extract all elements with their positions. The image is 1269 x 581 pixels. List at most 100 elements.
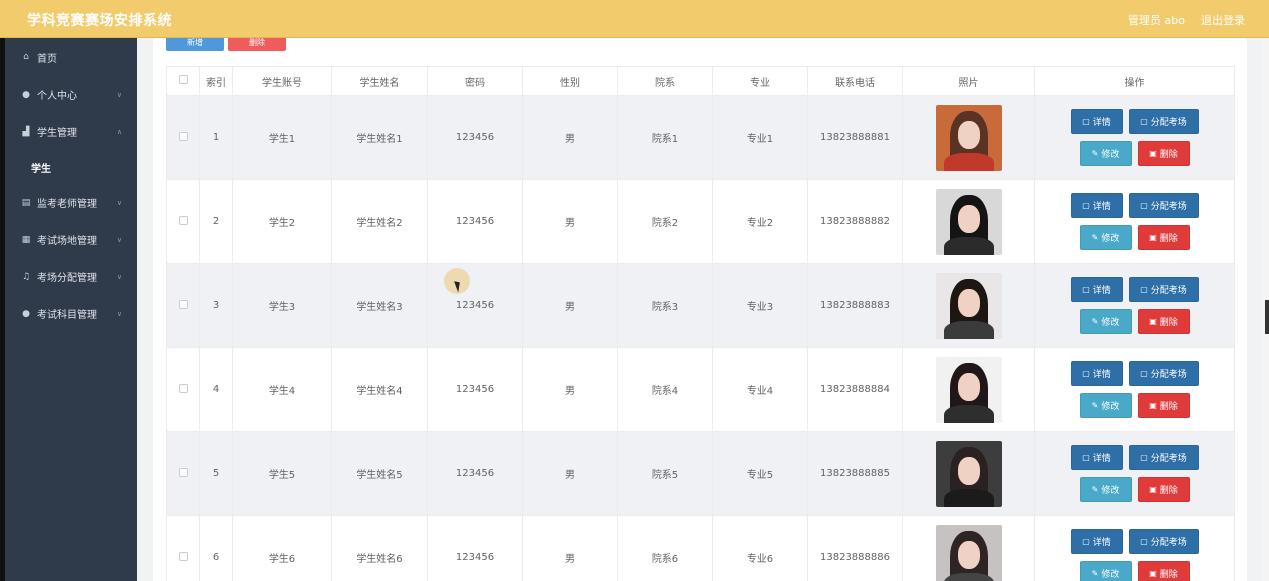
- assign-room-button[interactable]: ▢ 分配考场: [1128, 277, 1199, 302]
- delete-button[interactable]: ▣ 删除: [1137, 393, 1190, 418]
- document-icon: ▢: [1140, 537, 1148, 546]
- photo-cell: [902, 515, 1035, 581]
- row-select-cell: [166, 515, 200, 581]
- pencil-icon: ✎: [1091, 569, 1099, 578]
- add-button[interactable]: 新增: [166, 38, 224, 51]
- delete-button-label: 删除: [1159, 318, 1178, 328]
- dept-cell: 院系4: [617, 347, 713, 432]
- delete-button[interactable]: ▣ 删除: [1137, 225, 1190, 250]
- pencil-icon: ✎: [1091, 317, 1099, 326]
- sidebar-item-personal-center[interactable]: ● 个人中心 ∨: [5, 76, 137, 113]
- keyboard-icon: ▤: [21, 197, 31, 208]
- detail-button[interactable]: ▢ 详情: [1070, 445, 1123, 470]
- delete-button[interactable]: ▣ 删除: [1137, 561, 1190, 581]
- table-row: 2 学生2 学生姓名2 123456 男院系2 专业2 13823888882 ▢ 详情 ▢ 分配考…: [166, 179, 1235, 264]
- pencil-icon: ✎: [1091, 485, 1099, 494]
- sidebar: ⌂ 首页 ● 个人中心 ∨ ▟ 学生管理 ∧ 学生 ▤ 监考老师管理 ∨ ▦ 考…: [5, 38, 137, 581]
- detail-button[interactable]: ▢ 详情: [1070, 109, 1123, 134]
- detail-button-label: 详情: [1092, 286, 1111, 296]
- row-checkbox[interactable]: [178, 551, 188, 561]
- assign-room-button-label: 分配考场: [1150, 538, 1187, 548]
- chevron-down-icon: ∨: [116, 90, 122, 99]
- sidebar-item-venue-management[interactable]: ▦ 考试场地管理 ∨: [5, 221, 137, 258]
- document-icon: ▢: [1082, 453, 1090, 462]
- delete-button-label: 删除: [1159, 402, 1178, 412]
- actions-cell: ▢ 详情 ▢ 分配考场 ✎ 修改 ▣ 删除: [1034, 515, 1235, 581]
- edit-button[interactable]: ✎ 修改: [1079, 477, 1132, 502]
- scrollbar-thumb[interactable]: [1265, 300, 1269, 334]
- edit-button[interactable]: ✎ 修改: [1079, 561, 1132, 581]
- photo-cell: [902, 431, 1035, 516]
- account-cell: 学生1: [232, 95, 332, 180]
- row-checkbox[interactable]: [178, 131, 188, 141]
- major-cell: 专业2: [712, 179, 808, 264]
- index-cell: 6: [199, 515, 233, 581]
- phone-cell: 13823888883: [807, 263, 903, 348]
- detail-button[interactable]: ▢ 详情: [1070, 277, 1123, 302]
- phone-cell: 13823888881: [807, 95, 903, 180]
- assign-room-button[interactable]: ▢ 分配考场: [1128, 361, 1199, 386]
- document-icon: ▢: [1140, 369, 1148, 378]
- document-icon: ▢: [1082, 201, 1090, 210]
- sidebar-item-proctor-management[interactable]: ▤ 监考老师管理 ∨: [5, 184, 137, 221]
- row-checkbox[interactable]: [178, 215, 188, 225]
- row-checkbox[interactable]: [178, 467, 188, 477]
- column-header: 专业: [712, 66, 808, 96]
- detail-button[interactable]: ▢ 详情: [1070, 529, 1123, 554]
- index-cell: 2: [199, 179, 233, 264]
- photo-cell: [902, 347, 1035, 432]
- dept-cell: 院系2: [617, 179, 713, 264]
- edit-button[interactable]: ✎ 修改: [1079, 225, 1132, 250]
- name-cell: 学生姓名2: [331, 179, 428, 264]
- logout-link[interactable]: 退出登录: [1201, 12, 1245, 28]
- student-photo: [935, 272, 1002, 339]
- assign-room-button-label: 分配考场: [1150, 118, 1187, 128]
- detail-button[interactable]: ▢ 详情: [1070, 193, 1123, 218]
- delete-button[interactable]: ▣ 删除: [1137, 309, 1190, 334]
- select-all-checkbox[interactable]: [178, 75, 188, 84]
- delete-button[interactable]: ▣ 删除: [1137, 477, 1190, 502]
- sidebar-item-student-management[interactable]: ▟ 学生管理 ∧: [5, 113, 137, 150]
- row-checkbox[interactable]: [178, 299, 188, 309]
- phone-cell: 13823888886: [807, 515, 903, 581]
- detail-button-label: 详情: [1092, 454, 1111, 464]
- dept-cell: 院系6: [617, 515, 713, 581]
- assign-room-button[interactable]: ▢ 分配考场: [1128, 109, 1199, 134]
- chevron-down-icon: ∨: [116, 198, 122, 207]
- pencil-icon: ✎: [1091, 149, 1099, 158]
- column-header: 索引: [199, 66, 233, 96]
- sidebar-item-home[interactable]: ⌂ 首页: [5, 38, 137, 76]
- gender-cell: 男: [522, 95, 618, 180]
- sidebar-item-room-assignment[interactable]: ♫ 考场分配管理 ∨: [5, 258, 137, 295]
- delete-button-label: 删除: [1159, 486, 1178, 496]
- detail-button-label: 详情: [1092, 538, 1111, 548]
- venue-icon: ▦: [21, 234, 31, 245]
- edit-button-label: 修改: [1101, 318, 1120, 328]
- sidebar-item-subject-management[interactable]: ● 考试科目管理 ∨: [5, 295, 137, 332]
- row-select-cell: [166, 95, 200, 180]
- delete-button[interactable]: ▣ 删除: [1137, 141, 1190, 166]
- bulk-delete-button[interactable]: 删除: [228, 38, 286, 51]
- document-icon: ▢: [1082, 117, 1090, 126]
- phone-cell: 13823888884: [807, 347, 903, 432]
- edit-button[interactable]: ✎ 修改: [1079, 141, 1132, 166]
- actions-cell: ▢ 详情 ▢ 分配考场 ✎ 修改 ▣ 删除: [1034, 95, 1235, 180]
- password-cell: 123456: [427, 95, 523, 180]
- edit-button[interactable]: ✎ 修改: [1079, 393, 1132, 418]
- detail-button[interactable]: ▢ 详情: [1070, 361, 1123, 386]
- assign-room-button[interactable]: ▢ 分配考场: [1128, 445, 1199, 470]
- photo-cell: [902, 263, 1035, 348]
- edit-button-label: 修改: [1101, 234, 1120, 244]
- assign-room-button[interactable]: ▢ 分配考场: [1128, 193, 1199, 218]
- name-cell: 学生姓名3: [331, 263, 428, 348]
- document-icon: ▢: [1140, 453, 1148, 462]
- assign-room-button[interactable]: ▢ 分配考场: [1128, 529, 1199, 554]
- major-cell: 专业6: [712, 515, 808, 581]
- index-cell: 1: [199, 95, 233, 180]
- sidebar-subitem-students[interactable]: 学生: [5, 150, 137, 184]
- name-cell: 学生姓名1: [331, 95, 428, 180]
- row-checkbox[interactable]: [178, 383, 188, 393]
- sidebar-subitem-label: 学生: [31, 163, 51, 175]
- edit-button[interactable]: ✎ 修改: [1079, 309, 1132, 334]
- students-icon: ▟: [22, 126, 30, 137]
